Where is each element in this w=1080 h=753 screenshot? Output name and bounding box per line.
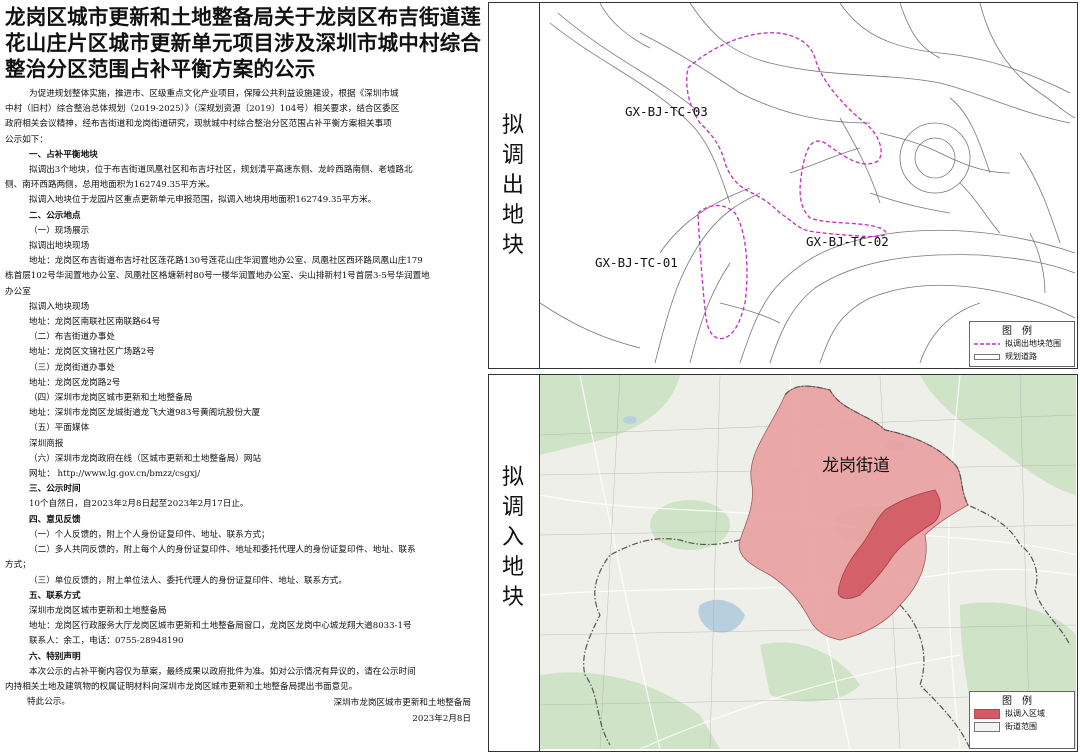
signature-org: 深圳市龙岗区城市更新和土地整备局 — [333, 698, 471, 709]
paragraph: 深圳市龙岗区城市更新和土地整备局 — [29, 605, 167, 616]
dashed-boundary-icon — [974, 342, 1000, 345]
intro-line: 为促进规划整体实施，推进市、区级重点文化产业项目，保障公共利益设施建设，根据《深… — [29, 89, 399, 99]
paragraph: 联系人：余工，电话：0755-28948190 — [29, 636, 184, 647]
title-line-1: 龙岗区城市更新和土地整备局关于龙岗区布吉街道莲 — [5, 5, 482, 29]
paragraph: 地址：龙岗区南联社区南联路64号 — [29, 317, 161, 328]
paragraph: （四）深圳市龙岗区城市更新和土地整备局 — [29, 393, 193, 404]
paragraph: （二）多人共同反馈的，附上每个人的身份证复印件、地址和委托代理人的身份证复印件、… — [29, 545, 416, 556]
parcel-label-tc01: GX-BJ-TC-01 — [595, 255, 678, 270]
side-label-char: 调 — [501, 495, 524, 520]
district-label: 龙岗街道 — [822, 456, 890, 476]
legend-outgoing: 图例 拟调出地块范围 规划道路 — [969, 321, 1075, 367]
paragraph: 地址：龙岗区布吉街道布吉圩社区莲花路130号莲花山庄华润置地办公室、凤凰社区西环… — [29, 256, 423, 267]
paragraph: 本次公示的占补平衡内容仅为草案，最终成果以政府批件为准。如对公示情况有异议的，请… — [29, 666, 416, 677]
side-label-char: 拟 — [501, 465, 524, 490]
notice-title: 龙岗区城市更新和土地整备局关于龙岗区布吉街道莲 花山庄片区城市更新单元项目涉及深… — [5, 4, 483, 82]
incoming-area-swatch-icon — [974, 708, 1000, 719]
paragraph: （六）深圳市龙岗政府在线（区城市更新和土地整备局）网站 — [29, 453, 262, 464]
parcel-label-tc02: GX-BJ-TC-02 — [806, 234, 889, 249]
title-line-2: 花山庄片区城市更新单元项目涉及深圳市城中村综合 — [5, 31, 482, 55]
paragraph: （三）龙岗街道办事处 — [29, 362, 115, 373]
panel-incoming-parcels: 拟 调 入 地 块 龙岗街道 图例 拟调入区域 街道范围 — [488, 374, 1078, 752]
paragraph: 侧、南环西路两侧，总用地面积为162749.35平方米。 — [5, 180, 215, 191]
side-label-char: 出 — [501, 173, 524, 198]
paragraph: （二）布吉街道办事处 — [29, 332, 115, 343]
legend-item-road: 规划道路 — [970, 350, 1074, 363]
side-label-incoming: 拟 调 入 地 块 — [493, 463, 533, 613]
road-icon — [974, 353, 1000, 360]
legend-item-street-boundary: 街道范围 — [970, 720, 1074, 733]
paragraph: 10个自然日，自2023年2月8日起至2023年2月17日止。 — [29, 499, 249, 510]
legend-item-area: 拟调入区域 — [970, 707, 1074, 720]
outgoing-parcel-map: GX-BJ-TC-03 GX-BJ-TC-02 GX-BJ-TC-01 — [540, 3, 1076, 364]
paragraph: （一）个人反馈的，附上个人身份证复印件、地址、联系方式； — [29, 529, 270, 540]
section-heading: 一、占补平衡地块 — [29, 149, 98, 160]
paragraph: 拟调出3个地块，位于布吉街道凤凰社区和布吉圩社区，规划清平高速东侧、龙岭西路南侧… — [29, 165, 413, 176]
paragraph: （一）现场展示 — [29, 225, 90, 236]
paragraph: 地址：龙岗区龙岗路2号 — [29, 377, 121, 388]
side-label-char: 地 — [501, 203, 524, 228]
section-heading: 三、公示时间 — [29, 484, 81, 495]
section-heading: 四、意见反馈 — [29, 514, 81, 525]
intro-line: 政府相关会议精神，经布吉街道和龙岗街道研究，现就城中村综合整治分区范围占补平衡方… — [5, 119, 392, 130]
legend-label: 街道范围 — [1005, 722, 1037, 731]
title-line-3: 整治分区范围占补平衡方案的公示 — [5, 57, 316, 81]
side-label-char: 入 — [501, 525, 524, 550]
street-boundary-swatch-icon — [974, 721, 1000, 732]
paragraph: （三）单位反馈的，附上单位法人、委托代理人的身份证复印件、地址、联系方式。 — [29, 575, 347, 586]
paragraph: 地址：龙岗区行政服务大厅龙岗区城市更新和土地整备局窗口，龙岗区龙岗中心城龙翔大道… — [29, 621, 412, 632]
paragraph: 办公室 — [5, 286, 31, 297]
legend-title: 图例 — [1002, 326, 1042, 337]
panel-outgoing-parcels: 拟 调 出 地 块 GX-BJ-TC-03 GX-BJ-TC-02 GX-BJ-… — [488, 2, 1078, 369]
intro-line: 中村（旧村）综合整治总体规划（2019-2025）》（深规划资源〔2019〕10… — [5, 104, 400, 115]
paragraph: 栋首层102号华润置地办公室、凤凰社区格塘新村80号一楼华润置地办公室、尖山排新… — [5, 271, 430, 282]
legend-label: 规划道路 — [1005, 352, 1037, 361]
legend-label: 拟调入区域 — [1005, 709, 1045, 718]
intro-line: 公示如下： — [5, 134, 48, 145]
notice-body: 为促进规划整体实施，推进市、区级重点文化产业项目，保障公共利益设施建设，根据《深… — [5, 87, 483, 727]
side-label-char: 块 — [501, 233, 524, 258]
side-label-char: 拟 — [501, 113, 524, 138]
signature-date: 2023年2月8日 — [412, 713, 471, 724]
paragraph: 拟调入地块位于龙园片区重点更新单元申报范围，拟调入地块用地面积162749.35… — [29, 195, 377, 206]
side-label-char: 块 — [501, 585, 524, 610]
side-label-char: 调 — [501, 143, 524, 168]
website-line: 网址： http://www.lg.gov.cn/bmzz/csgxj/ — [29, 469, 201, 480]
legend-incoming: 图例 拟调入区域 街道范围 — [969, 691, 1075, 749]
paragraph: 拟调出地块现场 — [29, 241, 90, 252]
paragraph: 拟调入地块现场 — [29, 301, 90, 312]
paragraph: 地址：龙岗区文锦社区广场路2号 — [29, 347, 155, 358]
legend-label: 拟调出地块范围 — [1005, 339, 1061, 348]
paragraph: 地址：深圳市龙岗区龙城街道龙飞大道983号黄阁坑股份大厦 — [29, 408, 261, 419]
paragraph: 方式； — [5, 560, 31, 571]
section-heading: 二、公示地点 — [29, 210, 81, 221]
legend-item-boundary: 拟调出地块范围 — [970, 337, 1074, 350]
section-heading: 六、特别声明 — [29, 651, 81, 662]
paragraph: 内持相关土地及建筑物的权属证明材料向深圳市龙岗区城市更新和土地整备局提出书面意见… — [5, 681, 358, 692]
section-heading: 五、联系方式 — [29, 590, 81, 601]
paragraph: 深圳商报 — [29, 438, 64, 449]
paragraph: （五）平面媒体 — [29, 423, 90, 434]
side-label-char: 地 — [501, 555, 524, 580]
parcel-label-tc03: GX-BJ-TC-03 — [625, 104, 708, 119]
side-label-outgoing: 拟 调 出 地 块 — [493, 111, 533, 261]
legend-title: 图例 — [1002, 696, 1042, 707]
